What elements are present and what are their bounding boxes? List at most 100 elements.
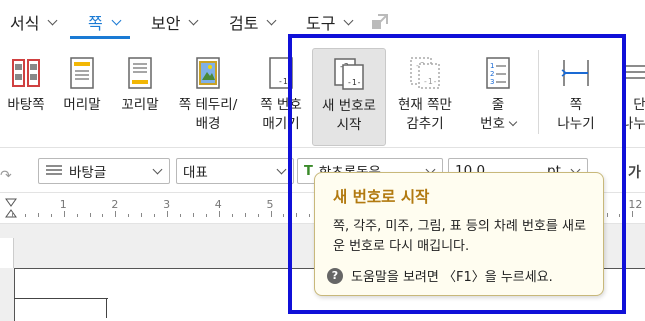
ruler-tick: [63, 211, 65, 217]
vertical-ruler-corner: [0, 238, 14, 268]
page-break-button[interactable]: 쪽 나누기: [548, 48, 604, 146]
chevron-down-icon: [152, 164, 163, 175]
ruler-tick: [128, 214, 130, 217]
ruler-tick: [37, 213, 39, 217]
hide-current-page-button[interactable]: -3- -1- 현재 쪽만감추기: [390, 48, 460, 146]
line-number-button[interactable]: 1 2 3 줄 번호: [470, 48, 526, 146]
ruler-tick: [257, 214, 259, 217]
line-number-icon: 1 2 3: [486, 57, 510, 89]
svg-text:3: 3: [490, 78, 494, 86]
footer-icon: [128, 57, 152, 89]
chevron-down-icon: [344, 15, 354, 25]
line-number-label: 줄 번호: [480, 96, 518, 134]
ribbon-options-icon[interactable]: [370, 12, 390, 32]
ruler-tick: [89, 213, 91, 217]
style-list-icon: [46, 165, 62, 175]
header-button[interactable]: 머리말: [58, 48, 106, 146]
ruler-tick: [154, 214, 156, 217]
chevron-down-icon: [48, 15, 58, 25]
ruler-tick: [270, 211, 272, 217]
truetype-font-icon: T: [304, 163, 313, 179]
menu-format[interactable]: 서식: [10, 10, 58, 34]
ruler-tick: [12, 211, 13, 217]
ruler-tick: [205, 214, 207, 217]
svg-text:-1-: -1-: [347, 78, 361, 87]
ruler-number: 12: [628, 198, 643, 211]
page-border-icon: [196, 57, 220, 89]
new-number-start-icon: -3- -1-: [334, 58, 364, 90]
tooltip-help: ? 도움말을 보려면 〈F1〉을 누르세요.: [327, 266, 553, 285]
menu-tools[interactable]: 도구: [306, 10, 354, 34]
ruler-tick: [167, 211, 169, 217]
header-icon: [70, 57, 94, 89]
chevron-down-icon: [508, 117, 518, 127]
chevron-down-icon: [276, 164, 287, 175]
chevron-down-icon: [111, 15, 122, 25]
svg-text:1: 1: [490, 62, 494, 70]
ruler-tick: [296, 213, 298, 217]
ruler-tick: [309, 214, 311, 217]
menu-page-label: 쪽: [88, 14, 103, 33]
svg-text:-1-: -1-: [278, 77, 292, 86]
column-break-icon: [625, 65, 645, 79]
page-margin-guide: [106, 298, 107, 318]
ruler-tick: [102, 214, 104, 217]
font-language-value: 대표: [183, 165, 208, 181]
menu-security[interactable]: 보안: [151, 10, 199, 34]
page-border-background-button[interactable]: 쪽 테두리/배경: [172, 48, 244, 146]
master-page-label: 바탕쪽: [7, 97, 45, 113]
ruler-tick: [180, 214, 182, 217]
ribbon: 바탕쪽 머리말 꼬리말 쪽 테두리/배경 -1- 쪽 번호 매기기 -1- 새 …: [0, 42, 645, 148]
header-label: 머리말: [63, 97, 101, 113]
font-language-select[interactable]: 대표: [176, 158, 294, 184]
page-number-icon: -1-: [269, 57, 293, 89]
footer-button[interactable]: 꼬리말: [116, 48, 164, 146]
ruler-number: 1: [59, 198, 67, 211]
ruler-tick: [192, 213, 194, 217]
ruler-tick: [76, 214, 78, 217]
ruler-tick: [24, 214, 26, 217]
tooltip-title: 새 번호로 시작: [333, 188, 430, 206]
page-break-label: 쪽 나누기: [557, 97, 595, 132]
active-tab-underline: [70, 36, 130, 39]
ruler-tick: [141, 213, 143, 217]
ruler-tick: [231, 214, 233, 217]
tooltip-help-text: 도움말을 보려면 〈F1〉을 누르세요.: [351, 270, 553, 285]
font-style-button[interactable]: 가: [628, 162, 641, 182]
ruler-number: 4: [214, 198, 222, 211]
arrow-icon[interactable]: ↷: [0, 168, 12, 184]
indent-marker-icon[interactable]: [4, 197, 18, 221]
hide-current-page-label: 현재 쪽만 감추기: [398, 97, 452, 132]
column-break-button[interactable]: 단나누기: [612, 48, 645, 146]
ruler-tick: [606, 213, 608, 217]
menu-bar: 서식 쪽 보안 검토 도구: [0, 0, 645, 42]
column-break-label: 단나누기: [620, 97, 645, 132]
paragraph-style-value: 바탕글: [69, 165, 107, 181]
menu-review[interactable]: 검토: [229, 10, 277, 34]
ruler-tick: [50, 214, 52, 217]
button-tooltip: 새 번호로 시작 쪽, 각주, 미주, 그림, 표 등의 차례 번호를 새로운 …: [314, 172, 604, 296]
menu-format-label: 서식: [10, 14, 40, 33]
menu-page[interactable]: 쪽: [88, 10, 122, 34]
paragraph-style-select[interactable]: 바탕글: [38, 158, 170, 184]
ruler-tick: [244, 213, 246, 217]
ruler-tick: [218, 211, 220, 217]
help-icon: ?: [327, 267, 343, 284]
chevron-down-icon: [267, 15, 277, 25]
ruler-tick: [632, 211, 634, 217]
ruler-tick: [619, 214, 621, 217]
menu-security-label: 보안: [151, 14, 181, 33]
master-page-icon: [12, 59, 40, 87]
new-number-start-button[interactable]: -3- -1- 새 번호로시작: [312, 48, 386, 146]
ruler-tick: [115, 211, 117, 217]
footer-label: 꼬리말: [121, 97, 159, 113]
new-number-start-label: 새 번호로 시작: [322, 98, 376, 133]
page-numbering-button[interactable]: -1- 쪽 번호 매기기: [252, 48, 310, 146]
hide-page-icon: -3- -1-: [410, 57, 440, 89]
page-numbering-label: 쪽 번호 매기기: [260, 97, 302, 132]
menu-tools-label: 도구: [306, 14, 336, 33]
ribbon-separator: [538, 50, 539, 134]
master-page-button[interactable]: 바탕쪽: [2, 48, 50, 146]
svg-text:2: 2: [490, 70, 494, 78]
ruler-number: 2: [111, 198, 119, 211]
